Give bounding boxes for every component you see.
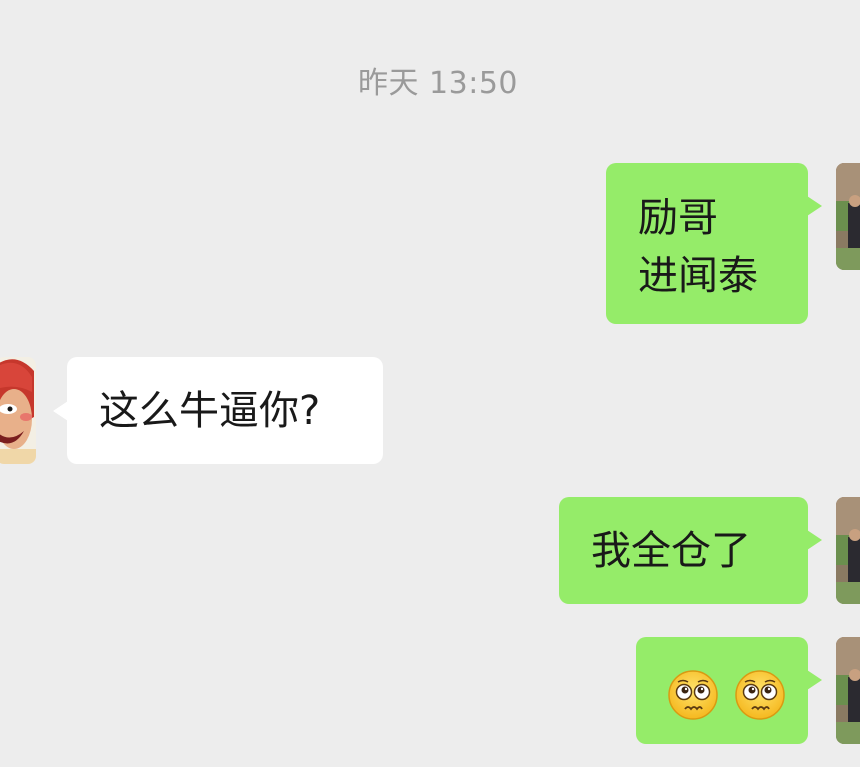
incoming-message-bubble[interactable]: 这么牛逼你? [53,357,383,464]
message-timestamp: 昨天 13:50 [358,66,518,101]
pleading-face-icon [734,670,785,720]
pleading-face-icon [668,670,718,720]
message-text-line: 进闻泰 [638,253,758,299]
self-avatar[interactable] [836,163,860,270]
outgoing-emoji-bubble[interactable] [636,637,822,744]
outgoing-message-bubble[interactable]: 励哥 进闻泰 [606,163,822,324]
message-text-line: 励哥 [638,195,718,241]
self-avatar[interactable] [836,637,860,744]
chat-window: 昨天 13:50 励哥 进闻泰 这么牛逼你? 我全仓了 [0,0,860,767]
contact-avatar[interactable] [0,357,36,464]
message-text-line: 我全仓了 [591,528,751,574]
self-avatar[interactable] [836,497,860,604]
message-text-line: 这么牛逼你? [99,388,321,434]
outgoing-message-bubble[interactable]: 我全仓了 [559,497,822,604]
